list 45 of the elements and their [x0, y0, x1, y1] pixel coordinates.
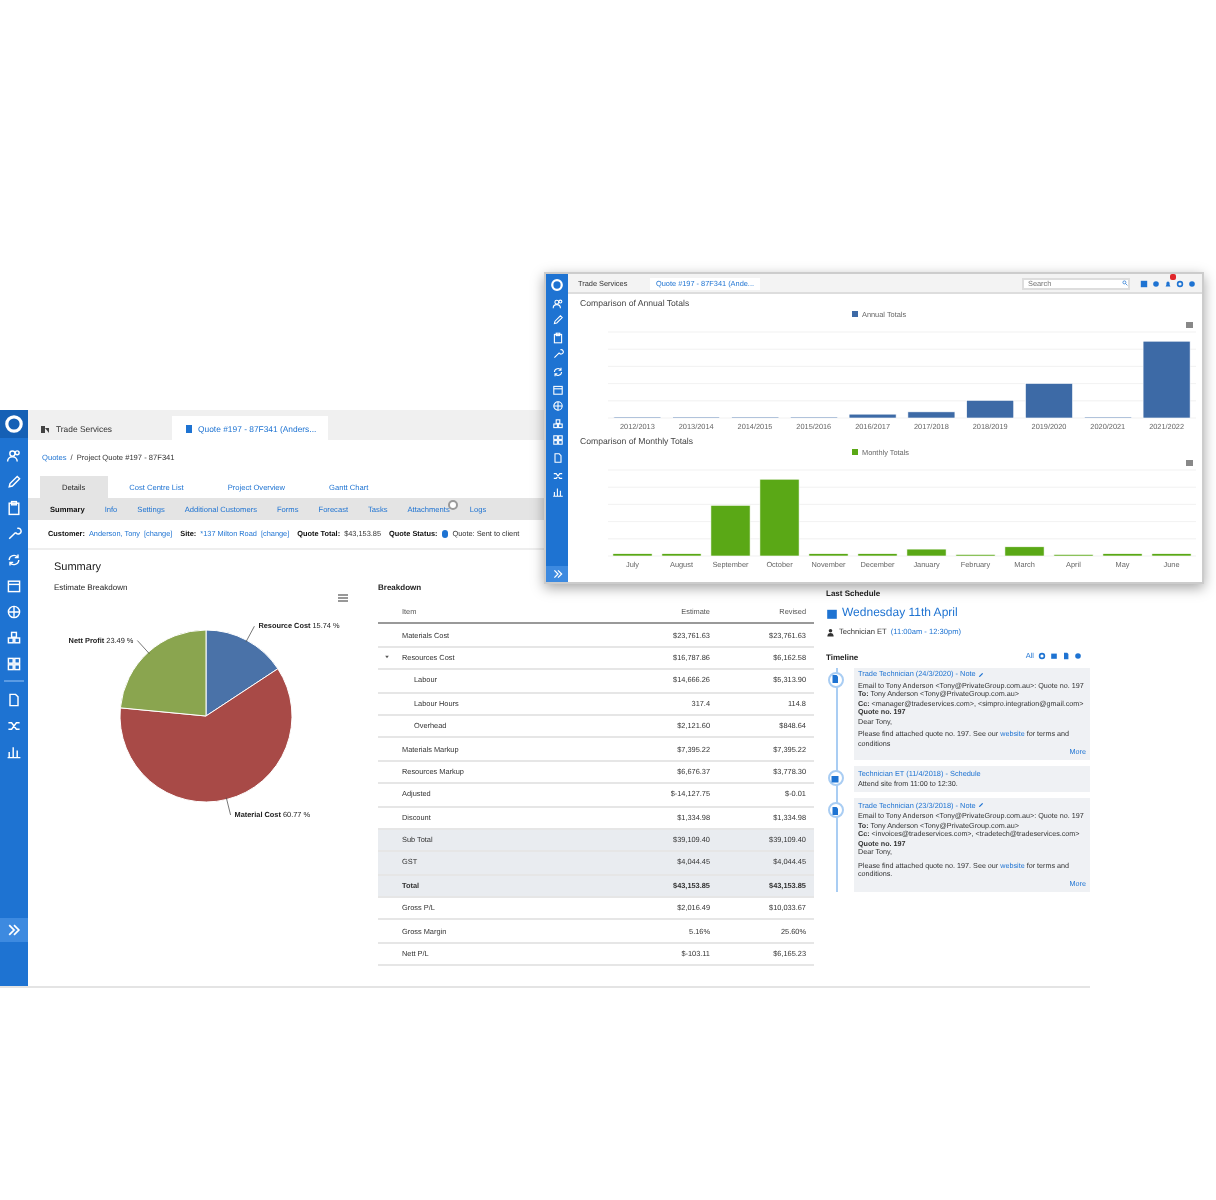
logo-icon[interactable]: [4, 414, 24, 434]
document-icon[interactable]: [6, 692, 22, 708]
bell-icon[interactable]: [1164, 279, 1172, 287]
globe-icon[interactable]: [6, 604, 22, 620]
refresh-icon[interactable]: [551, 365, 563, 378]
shuffle-icon[interactable]: [551, 469, 563, 482]
pencil-icon[interactable]: [977, 802, 984, 809]
wrench-icon[interactable]: [6, 526, 22, 542]
people-icon[interactable]: [6, 448, 22, 464]
calendar-icon[interactable]: [6, 578, 22, 594]
leader-line: [225, 797, 231, 816]
search-icon: [1122, 280, 1128, 286]
gear-icon[interactable]: [1176, 279, 1184, 287]
refresh-icon[interactable]: [6, 552, 22, 568]
expand-button[interactable]: [0, 918, 28, 942]
person-icon: [826, 628, 835, 637]
boxes-icon[interactable]: [551, 417, 563, 430]
pencil-icon[interactable]: [551, 314, 563, 327]
clipboard-icon[interactable]: [551, 331, 563, 344]
calendar-icon: [826, 608, 838, 620]
leader-line: [245, 625, 255, 643]
calendar-icon[interactable]: [1050, 652, 1058, 660]
boxes-icon[interactable]: [6, 630, 22, 646]
document-icon[interactable]: [1062, 652, 1070, 660]
building-icon: [40, 423, 50, 433]
calendar-icon[interactable]: [551, 383, 563, 396]
document-icon[interactable]: [551, 451, 563, 464]
chart-icon[interactable]: [6, 744, 22, 760]
leader-line: [137, 640, 150, 655]
status-dot-icon[interactable]: [441, 530, 449, 538]
logo-icon[interactable]: [550, 278, 564, 292]
chart-icon[interactable]: [551, 486, 563, 499]
pencil-icon[interactable]: [6, 474, 22, 490]
double-chevron-icon: [551, 568, 563, 580]
clipboard-icon[interactable]: [6, 500, 22, 516]
notification-badge: [1169, 274, 1176, 280]
document-icon: [184, 423, 195, 433]
gear-icon[interactable]: [1038, 652, 1046, 660]
pencil-icon[interactable]: [977, 671, 984, 678]
wrench-icon[interactable]: [551, 348, 563, 361]
expand-button[interactable]: [546, 566, 568, 582]
shuffle-icon[interactable]: [6, 718, 22, 734]
people-icon[interactable]: [551, 297, 563, 310]
double-chevron-icon: [6, 922, 22, 938]
globe-icon[interactable]: [551, 400, 563, 413]
